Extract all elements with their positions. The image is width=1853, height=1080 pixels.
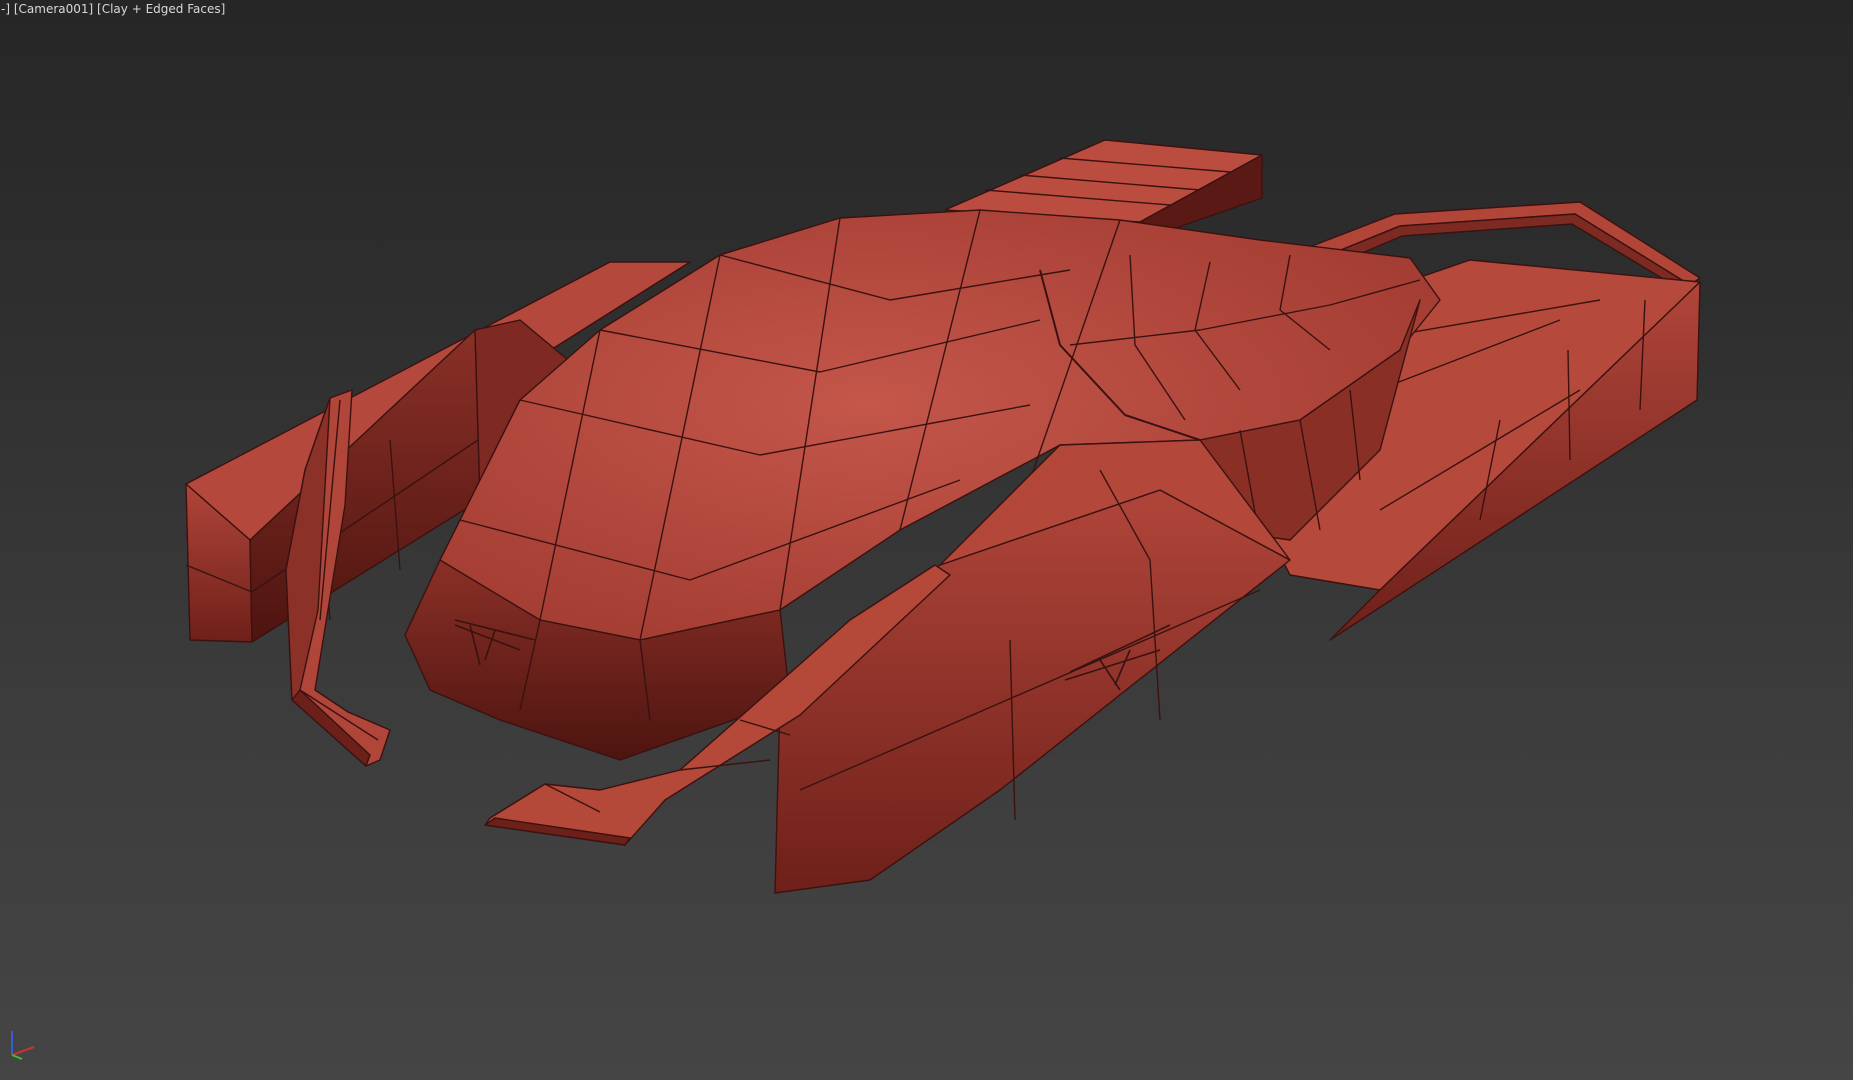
- axis-gizmo-icon: [11, 1031, 35, 1060]
- 3d-viewport[interactable]: -] [Camera001] [Clay + Edged Faces]: [0, 0, 1853, 1080]
- vehicle-model[interactable]: [0, 0, 1853, 1080]
